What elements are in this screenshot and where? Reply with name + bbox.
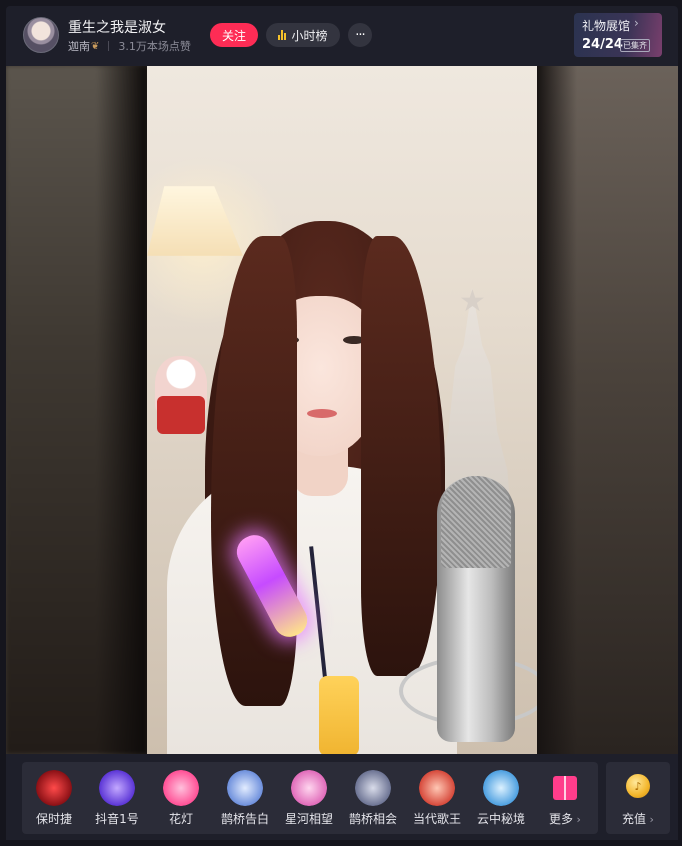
more-gifts-label: 更多 ›	[549, 812, 581, 826]
video-blur-right	[537, 66, 678, 754]
sports-car-icon	[36, 770, 72, 806]
gift-label: 鹊桥告白	[220, 812, 269, 826]
fan-badge-name: 迦南	[68, 40, 90, 53]
gift-box-icon	[553, 776, 577, 800]
gift-label: 当代歌王	[412, 812, 461, 826]
gift-label: 花灯	[168, 812, 193, 826]
tree-star: ★	[459, 284, 486, 319]
gift-label: 保时捷	[35, 812, 72, 826]
live-stream-frame[interactable]: ★	[147, 66, 537, 754]
glow-stick-handle	[319, 676, 359, 754]
gift-item[interactable]: 鹊桥相会	[341, 762, 405, 834]
gift-gallery-button[interactable]: 礼物展馆 › 24/24 已集齐	[574, 13, 662, 57]
gift-gallery-title: 礼物展馆	[582, 19, 631, 33]
cloud-castle-icon	[483, 770, 519, 806]
gift-label: 抖音1号	[95, 812, 139, 826]
bar-chart-icon	[278, 30, 287, 40]
hourly-rank-button[interactable]: 小时榜	[266, 23, 340, 47]
microphone-grille	[441, 476, 511, 568]
lucky-cat-figure	[155, 356, 207, 434]
gift-item[interactable]: 保时捷	[22, 762, 86, 834]
gift-label: 云中秘境	[476, 812, 525, 826]
gift-item[interactable]: 云中秘境	[469, 762, 533, 834]
likes-count: 3.1万本场点赞	[118, 40, 191, 53]
room-header: 重生之我是淑女 迦南 ❦ 3.1万本场点赞 关注 小时榜 ··· 礼物展馆 › …	[6, 6, 678, 66]
singer-icon	[419, 770, 455, 806]
divider	[108, 41, 110, 51]
butterfly-icon: ❦	[91, 40, 100, 52]
chevron-right-icon: ›	[634, 16, 639, 30]
lantern-icon	[163, 770, 199, 806]
crystal-ball-icon	[227, 770, 263, 806]
lips	[307, 409, 337, 418]
gift-item[interactable]: 花灯	[149, 762, 213, 834]
collected-badge: 已集齐	[620, 39, 650, 52]
coin-icon: ♪	[626, 774, 650, 798]
gift-label: 鹊桥相会	[348, 812, 397, 826]
gift-item[interactable]: 鹊桥告白	[213, 762, 277, 834]
gift-item[interactable]: 抖音1号	[85, 762, 149, 834]
chevron-right-icon: ›	[646, 813, 654, 826]
gift-gallery-count: 24/24	[582, 37, 623, 52]
recharge-button[interactable]: ♪ 充值 ›	[606, 762, 670, 834]
gift-item[interactable]: 当代歌王	[405, 762, 469, 834]
chevron-right-icon: ›	[573, 813, 581, 826]
gift-label: 星河相望	[284, 812, 333, 826]
gift-list: 保时捷 抖音1号 花灯 鹊桥告白 星河相望 鹊桥相会 当代歌王 云中秘境 更多 …	[22, 762, 598, 834]
streamer-subline: 迦南 ❦ 3.1万本场点赞	[68, 38, 191, 54]
live-video-area[interactable]: ★	[6, 66, 678, 754]
galaxy-icon	[291, 770, 327, 806]
gift-item[interactable]: 星河相望	[277, 762, 341, 834]
hourly-rank-label: 小时榜	[291, 28, 328, 43]
more-gifts-button[interactable]: 更多 ›	[533, 762, 597, 834]
video-blur-left	[6, 66, 147, 754]
recharge-label: 充值 ›	[622, 812, 654, 826]
streamer-avatar[interactable]	[23, 17, 59, 53]
hair-right	[361, 236, 441, 676]
gift-bar: 保时捷 抖音1号 花灯 鹊桥告白 星河相望 鹊桥相会 当代歌王 云中秘境 更多 …	[6, 754, 678, 840]
streamer-name[interactable]: 重生之我是淑女	[68, 17, 166, 37]
follow-button[interactable]: 关注	[210, 23, 258, 47]
magpie-icon	[355, 770, 391, 806]
more-options-button[interactable]: ···	[348, 23, 372, 47]
rocket-icon	[99, 770, 135, 806]
